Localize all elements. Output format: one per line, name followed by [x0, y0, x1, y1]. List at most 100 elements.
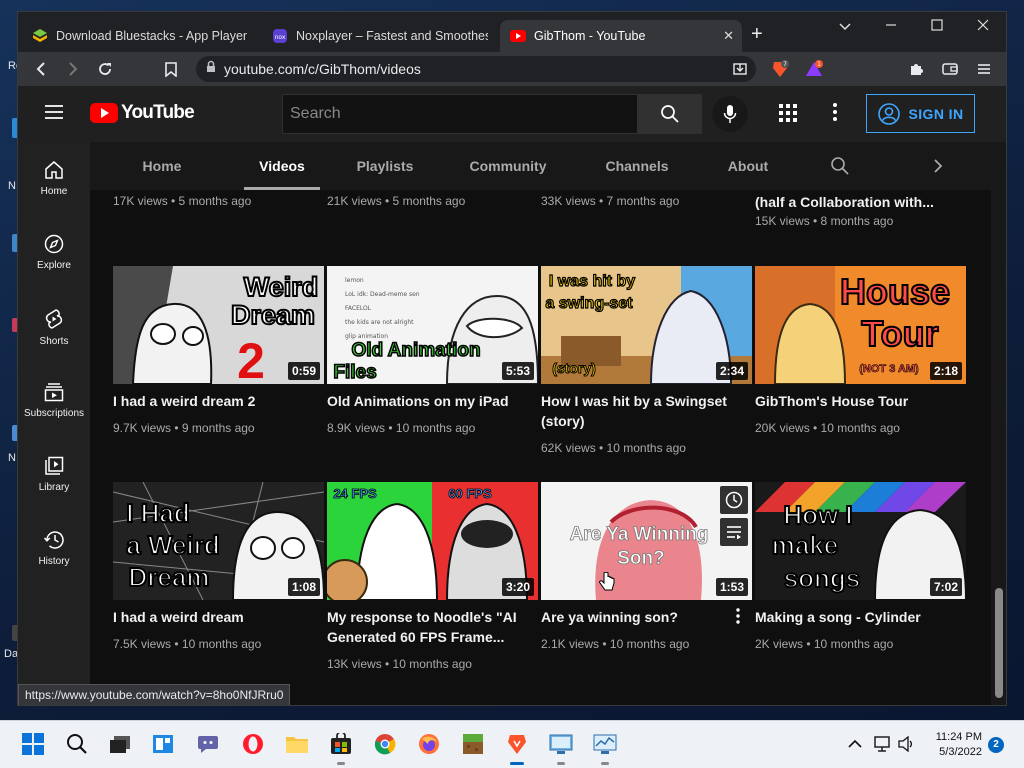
video-title[interactable]: I had a weird dream 2: [113, 391, 318, 411]
add-to-queue-icon[interactable]: [720, 518, 748, 546]
video-thumbnail[interactable]: I was hit by a swing-set (story) 2:34: [541, 266, 752, 384]
maximize-button[interactable]: [922, 18, 952, 34]
firefox-icon[interactable]: [414, 729, 444, 759]
search-icon: [661, 105, 679, 123]
video-title[interactable]: Are ya winning son?: [541, 607, 746, 627]
svg-text:LoL idk: Dead-meme sen: LoL idk: Dead-meme sen: [345, 291, 420, 298]
desktop-icon-label[interactable]: Da: [4, 648, 18, 660]
video-thumbnail[interactable]: Weird Dream 2 0:59: [113, 266, 324, 384]
guide-item-home[interactable]: Home: [18, 142, 90, 216]
search-box[interactable]: [282, 94, 638, 134]
notification-badge[interactable]: 2: [988, 737, 1004, 753]
back-button[interactable]: [30, 58, 52, 80]
volume-icon[interactable]: [892, 729, 922, 759]
guide-item-library[interactable]: Library: [18, 438, 90, 512]
guide-item-history[interactable]: History: [18, 512, 90, 586]
scrollbar-thumb[interactable]: [995, 588, 1003, 698]
video-thumbnail[interactable]: I Had a Weird Dream 1:08: [113, 482, 324, 600]
video-title-line[interactable]: My response to Noodle's "AI: [327, 607, 532, 627]
tab-about[interactable]: About: [722, 142, 774, 190]
voice-search-button[interactable]: [712, 96, 748, 132]
task-view-icon[interactable]: [105, 729, 135, 759]
desktop-icon-label[interactable]: N: [8, 452, 16, 464]
tab-playlists[interactable]: Playlists: [352, 142, 418, 190]
guide-label: Shorts: [39, 336, 69, 347]
minecraft-icon[interactable]: [458, 729, 488, 759]
reload-button[interactable]: [94, 58, 116, 80]
video-thumbnail[interactable]: Are Ya Winning Son? 1:53: [541, 482, 752, 600]
running-indicator: [337, 762, 345, 765]
minimize-button[interactable]: [876, 18, 906, 34]
brave-rewards-icon[interactable]: 1: [804, 59, 824, 79]
performance-monitor-icon[interactable]: [590, 729, 620, 765]
hamburger-menu-icon[interactable]: [44, 104, 64, 125]
search-input[interactable]: [290, 105, 637, 123]
chevron-up-icon[interactable]: [840, 729, 870, 759]
settings-kebab-icon[interactable]: [833, 102, 837, 127]
youtube-logo[interactable]: YouTube: [90, 102, 195, 124]
video-title[interactable]: (half a Collaboration with...: [755, 194, 960, 210]
active-tab-indicator: [244, 187, 320, 190]
tab-youtube[interactable]: GibThom - YouTube ✕: [500, 20, 742, 52]
thumb-text: Dream: [231, 300, 315, 330]
apps-grid-icon[interactable]: [779, 104, 797, 127]
teams-chat-icon[interactable]: [193, 729, 223, 759]
video-meta: 33K views • 7 months ago: [541, 194, 680, 208]
video-title[interactable]: Making a song - Cylinder: [755, 607, 960, 627]
guide-label: Explore: [37, 260, 71, 271]
video-thumbnail[interactable]: How I make songs 7:02: [755, 482, 966, 600]
microphone-icon: [723, 105, 737, 123]
brave-icon[interactable]: [502, 729, 532, 765]
tab-home[interactable]: Home: [132, 142, 192, 190]
bluestacks-taskbar-icon[interactable]: [546, 729, 576, 765]
url-field[interactable]: youtube.com/c/GibThom/videos: [196, 56, 756, 82]
new-tab-button[interactable]: +: [751, 24, 763, 44]
tab-community[interactable]: Community: [466, 142, 550, 190]
file-explorer-icon[interactable]: [282, 729, 312, 759]
video-thumbnail[interactable]: lemon LoL idk: Dead-meme sen FACELOL the ki…: [327, 266, 538, 384]
guide-item-shorts[interactable]: Shorts: [18, 290, 90, 364]
forward-button[interactable]: [62, 58, 84, 80]
video-options-kebab-icon[interactable]: [736, 608, 740, 629]
extensions-puzzle-icon[interactable]: [906, 59, 926, 79]
watch-later-clock-icon[interactable]: [720, 486, 748, 514]
tab-videos[interactable]: Videos: [244, 142, 320, 190]
thumb-text: songs: [784, 563, 861, 593]
system-clock[interactable]: 11:24 PM 5/3/2022: [930, 730, 982, 760]
install-app-icon[interactable]: [730, 59, 750, 79]
video-title-line[interactable]: (story): [541, 411, 746, 431]
close-icon[interactable]: ✕: [723, 28, 734, 44]
video-title-line[interactable]: Generated 60 FPS Frame...: [327, 627, 532, 647]
account-icon: [877, 102, 900, 125]
sign-in-button[interactable]: SIGN IN: [866, 94, 975, 133]
tab-title: GibThom - YouTube: [534, 29, 646, 43]
video-title[interactable]: GibThom's House Tour: [755, 391, 960, 411]
tab-bluestacks[interactable]: Download Bluestacks - App Player on: [22, 20, 258, 52]
video-thumbnail[interactable]: House Tour (NOT 3 AM) 2:18: [755, 266, 966, 384]
search-icon[interactable]: [62, 729, 92, 759]
guide-item-explore[interactable]: Explore: [18, 216, 90, 290]
video-title[interactable]: I had a weird dream: [113, 607, 318, 627]
microsoft-store-icon[interactable]: [326, 729, 356, 765]
chrome-icon[interactable]: [370, 729, 400, 759]
desktop-icon-label[interactable]: N: [8, 180, 16, 192]
brave-shields-icon[interactable]: 7: [770, 59, 790, 79]
search-button[interactable]: [638, 94, 702, 134]
channel-search-icon[interactable]: [830, 156, 850, 181]
menu-icon[interactable]: [974, 59, 994, 79]
video-title-line[interactable]: How I was hit by a Swingset: [541, 391, 746, 411]
bookmark-icon[interactable]: [160, 58, 182, 80]
guide-item-subscriptions[interactable]: Subscriptions: [18, 364, 90, 438]
tab-channels[interactable]: Channels: [602, 142, 672, 190]
tab-search-chevron-icon[interactable]: [830, 18, 860, 34]
video-thumbnail[interactable]: 24 FPS 60 FPS 3:20: [327, 482, 538, 600]
close-window-button[interactable]: [968, 18, 998, 34]
windows-start-icon[interactable]: [18, 729, 48, 759]
chevron-right-icon[interactable]: [933, 158, 943, 179]
widgets-icon[interactable]: [148, 729, 178, 759]
tab-noxplayer[interactable]: nox Noxplayer – Fastest and Smoothest Ar: [262, 20, 498, 52]
video-title[interactable]: Old Animations on my iPad: [327, 391, 532, 411]
home-icon: [45, 161, 63, 179]
opera-icon[interactable]: [238, 729, 268, 759]
wallet-icon[interactable]: [940, 59, 960, 79]
